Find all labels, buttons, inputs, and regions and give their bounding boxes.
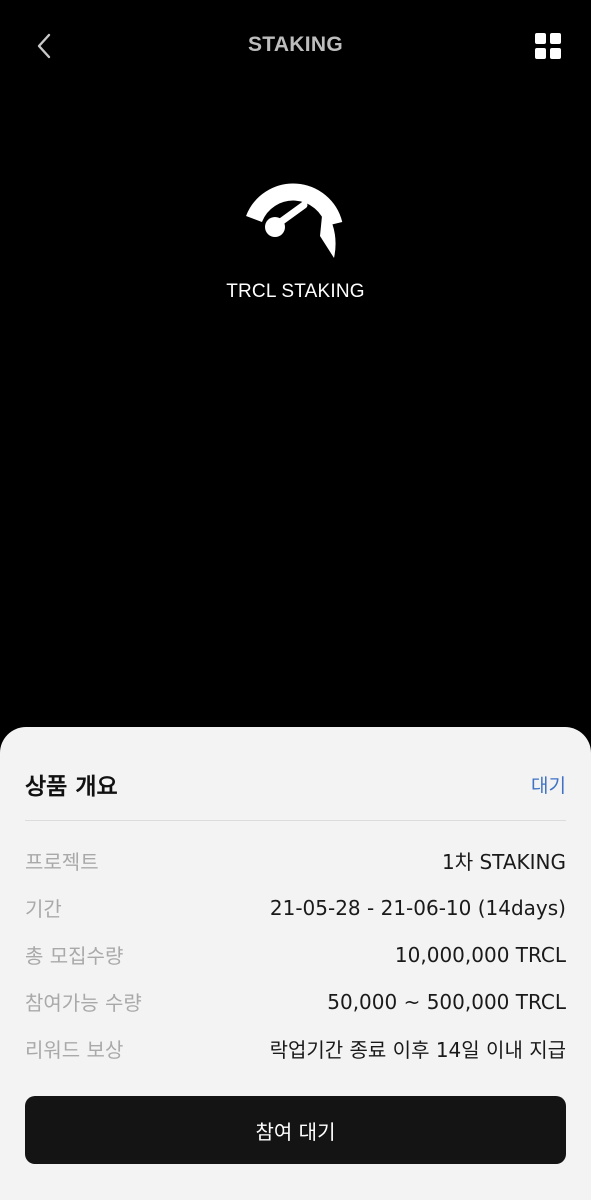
info-value: 10,000,000 TRCL bbox=[394, 942, 566, 967]
menu-grid-button[interactable] bbox=[530, 28, 566, 64]
sheet-title: 상품 개요 bbox=[25, 774, 118, 800]
status-badge: 대기 bbox=[531, 775, 566, 797]
page-title: STAKING bbox=[247, 33, 344, 56]
info-row-total-amount: 총 모집수량 10,000,000 TRCL bbox=[25, 931, 566, 978]
gauge-icon bbox=[246, 183, 343, 258]
top-bar: STAKING bbox=[0, 0, 591, 92]
info-label: 총 모집수량 bbox=[25, 944, 124, 968]
join-waiting-button[interactable]: 참여 대기 bbox=[25, 1096, 566, 1164]
info-value: 1차 STAKING bbox=[442, 850, 566, 874]
grid-icon bbox=[535, 33, 561, 59]
info-row-period: 기간 21-05-28 - 21-06-10 (14days) bbox=[25, 884, 566, 931]
info-label: 프로젝트 bbox=[25, 850, 99, 874]
product-overview-sheet: 상품 개요 대기 프로젝트 1차 STAKING 기간 21-05-28 - 2… bbox=[0, 727, 591, 1200]
info-label: 참여가능 수량 bbox=[25, 991, 142, 1015]
hero-label: TRCL STAKING bbox=[226, 281, 365, 302]
info-value: 50,000 ~ 500,000 TRCL bbox=[327, 989, 566, 1014]
info-list: 프로젝트 1차 STAKING 기간 21-05-28 - 21-06-10 (… bbox=[25, 837, 566, 1072]
info-value: 21-05-28 - 21-06-10 (14days) bbox=[269, 895, 566, 920]
info-label: 기간 bbox=[25, 897, 62, 921]
info-label: 리워드 보상 bbox=[25, 1038, 124, 1062]
info-row-reward: 리워드 보상 락업기간 종료 이후 14일 이내 지급 bbox=[25, 1025, 566, 1072]
info-value: 락업기간 종료 이후 14일 이내 지급 bbox=[269, 1038, 566, 1062]
divider bbox=[25, 820, 566, 821]
info-row-project: 프로젝트 1차 STAKING bbox=[25, 837, 566, 884]
info-row-participation-range: 참여가능 수량 50,000 ~ 500,000 TRCL bbox=[25, 978, 566, 1025]
